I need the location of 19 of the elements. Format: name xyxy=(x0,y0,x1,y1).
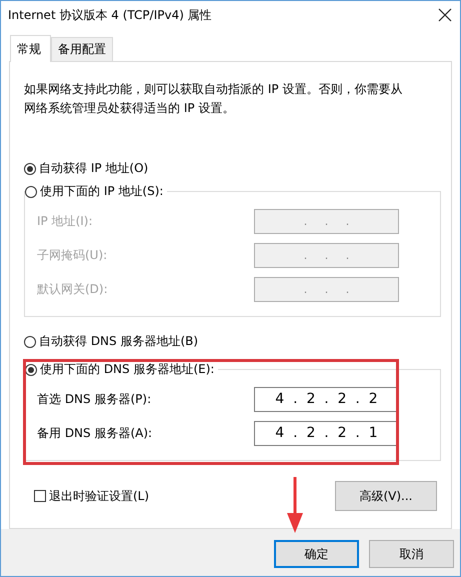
cancel-button[interactable]: 取消 xyxy=(369,540,454,568)
ok-button[interactable]: 确定 xyxy=(274,540,359,568)
ip-address-field[interactable]: 4 . 2 . 2 . 1 xyxy=(254,420,399,446)
field-label: 子网掩码(U): xyxy=(37,246,108,264)
field-label: IP 地址(I): xyxy=(37,212,93,230)
tab[interactable]: 备用配置 xyxy=(51,37,113,61)
tab[interactable]: 常规 xyxy=(10,35,51,62)
radio-option[interactable]: 自动获得 DNS 服务器地址(B) xyxy=(24,333,437,350)
description-text: 如果网络支持此功能，则可以获取自动指派的 IP 设置。否则，你需要从网络系统管理员处获得适当的 IP 设置。 xyxy=(24,81,404,117)
validate-checkbox[interactable]: 退出时验证设置(L) xyxy=(34,488,150,504)
radio-option[interactable]: 使用下面的 DNS 服务器地址(E): xyxy=(25,361,214,378)
window-title: Internet 协议版本 4 (TCP/IPv4) 属性 xyxy=(8,6,212,24)
field-label: 备用 DNS 服务器(A): xyxy=(37,424,152,442)
field-label: 默认网关(D): xyxy=(37,280,108,298)
advanced-button[interactable]: 高级(V)... xyxy=(335,481,437,511)
radio-option[interactable]: 使用下面的 IP 地址(S): xyxy=(25,183,164,200)
field-label: 首选 DNS 服务器(P): xyxy=(37,390,152,408)
ip-address-field[interactable]: 4 . 2 . 2 . 2 xyxy=(254,386,399,412)
radio-option[interactable]: 自动获得 IP 地址(O) xyxy=(24,160,437,177)
